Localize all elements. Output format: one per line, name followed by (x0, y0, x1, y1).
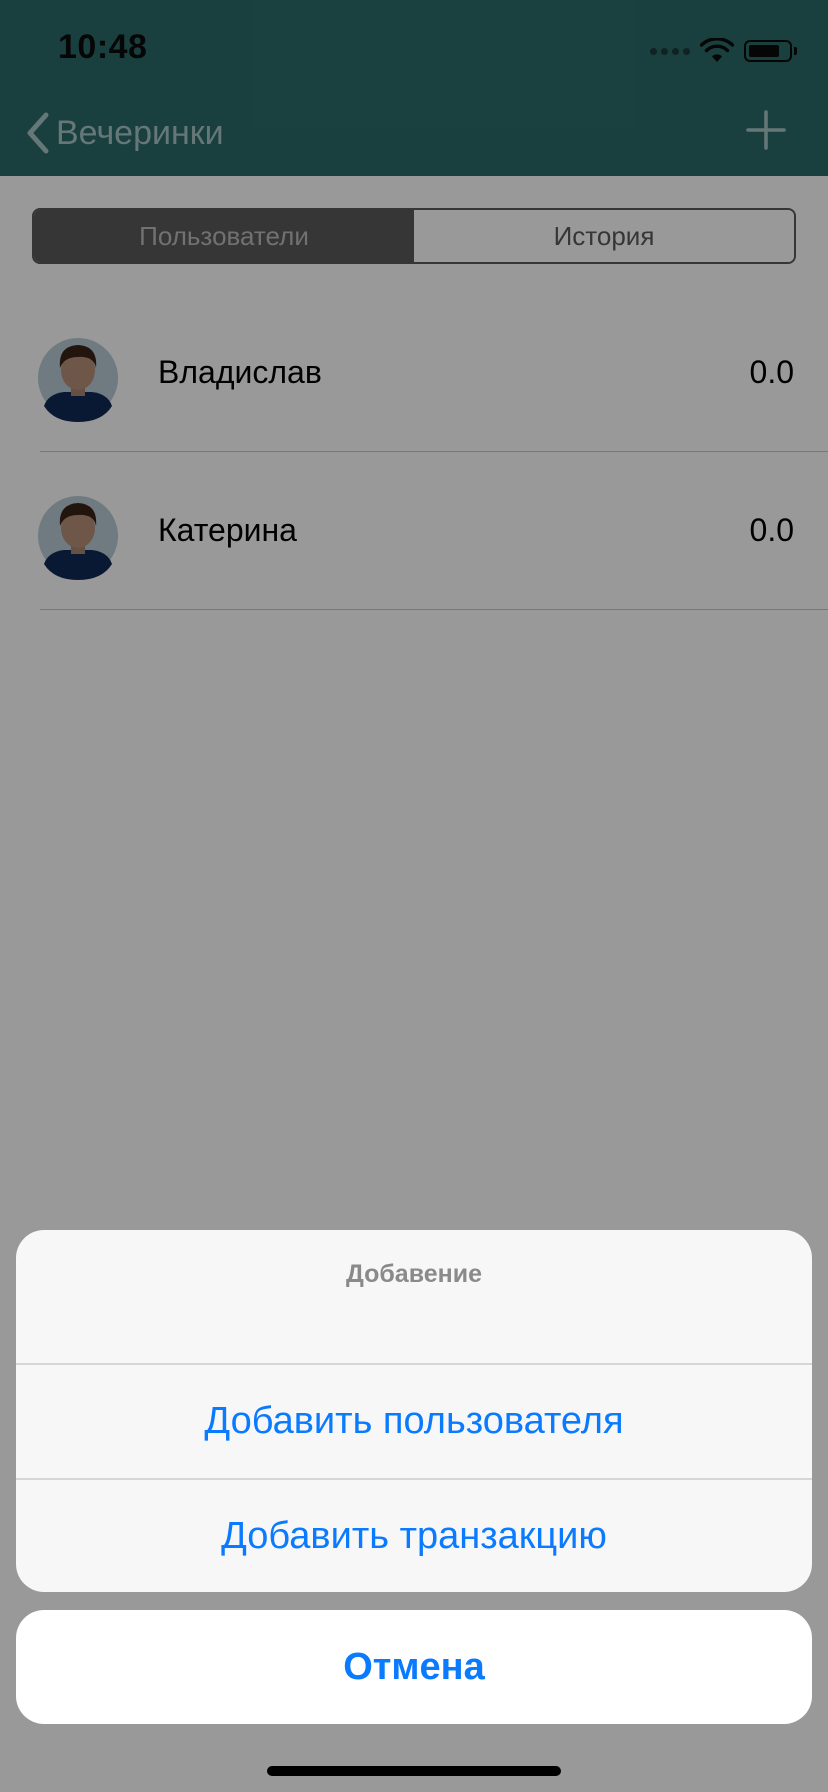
cancel-button[interactable]: Отмена (16, 1610, 812, 1724)
add-user-button[interactable]: Добавить пользователя (16, 1364, 812, 1478)
home-indicator[interactable] (267, 1766, 561, 1776)
action-sheet: Добавение Добавить пользователя Добавить… (16, 1230, 812, 1592)
screen: 10:48 Вечеринки Пользователи История Вла… (0, 0, 828, 1792)
add-transaction-button[interactable]: Добавить транзакцию (16, 1479, 812, 1592)
action-sheet-title: Добавение (345, 1260, 483, 1288)
